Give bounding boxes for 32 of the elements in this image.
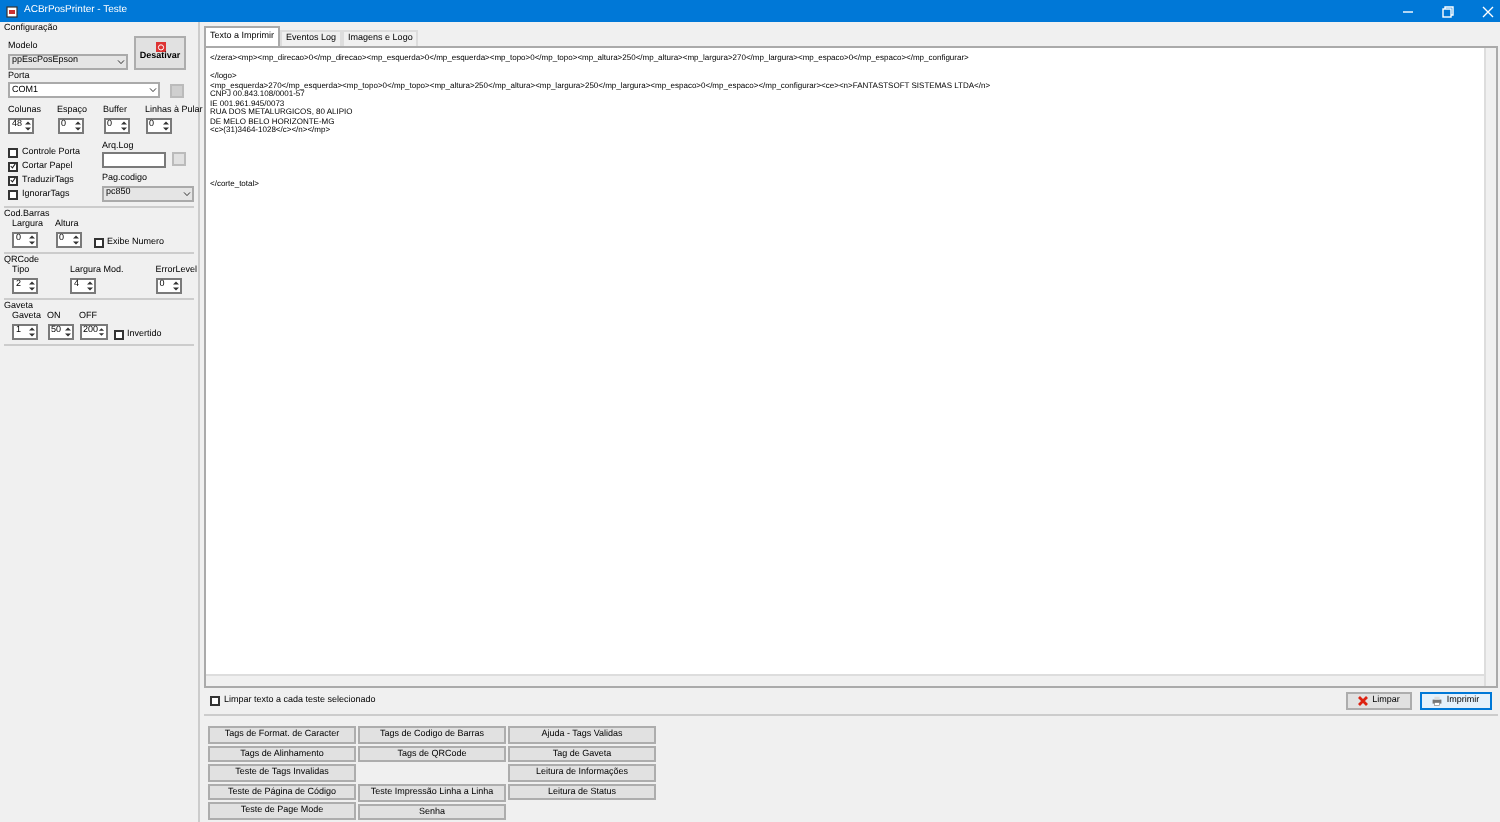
spin-arrows-icon[interactable] [161, 119, 170, 131]
printer-icon [1432, 696, 1443, 706]
spin-arrows-icon[interactable] [71, 233, 80, 245]
chevron-down-icon [148, 86, 158, 94]
spin-arrows-icon[interactable] [28, 279, 36, 291]
checkbox[interactable] [8, 147, 18, 157]
close-icon[interactable] [1482, 5, 1494, 17]
checkbox[interactable] [113, 329, 124, 339]
spin-arrows-icon[interactable] [98, 325, 106, 337]
spin-arrows-icon[interactable] [86, 279, 94, 291]
spin-arrows-icon[interactable] [28, 233, 36, 245]
cross-icon [1358, 696, 1369, 706]
spin-arrows-icon[interactable] [73, 119, 82, 131]
spin-arrows-icon[interactable] [24, 119, 32, 131]
checkbox[interactable] [93, 237, 104, 247]
checkbox[interactable] [8, 189, 18, 199]
spin-arrows-icon[interactable] [28, 325, 36, 337]
chevron-down-icon [116, 57, 126, 65]
spin-arrows-icon[interactable] [171, 279, 180, 291]
restore-icon[interactable] [1442, 5, 1454, 17]
app-icon [6, 5, 18, 17]
spin-arrows-icon[interactable] [119, 119, 128, 131]
checkbox[interactable] [8, 175, 18, 185]
log-file-field[interactable] [102, 152, 166, 168]
chevron-down-icon [182, 189, 192, 197]
horizontal-scrollbar[interactable] [206, 674, 1484, 686]
checkbox[interactable] [8, 161, 18, 171]
vertical-scrollbar[interactable] [1484, 48, 1496, 686]
power-icon [155, 42, 165, 53]
checkbox[interactable] [210, 696, 220, 706]
minimize-icon[interactable] [1402, 5, 1414, 17]
spin-arrows-icon[interactable] [63, 325, 72, 337]
